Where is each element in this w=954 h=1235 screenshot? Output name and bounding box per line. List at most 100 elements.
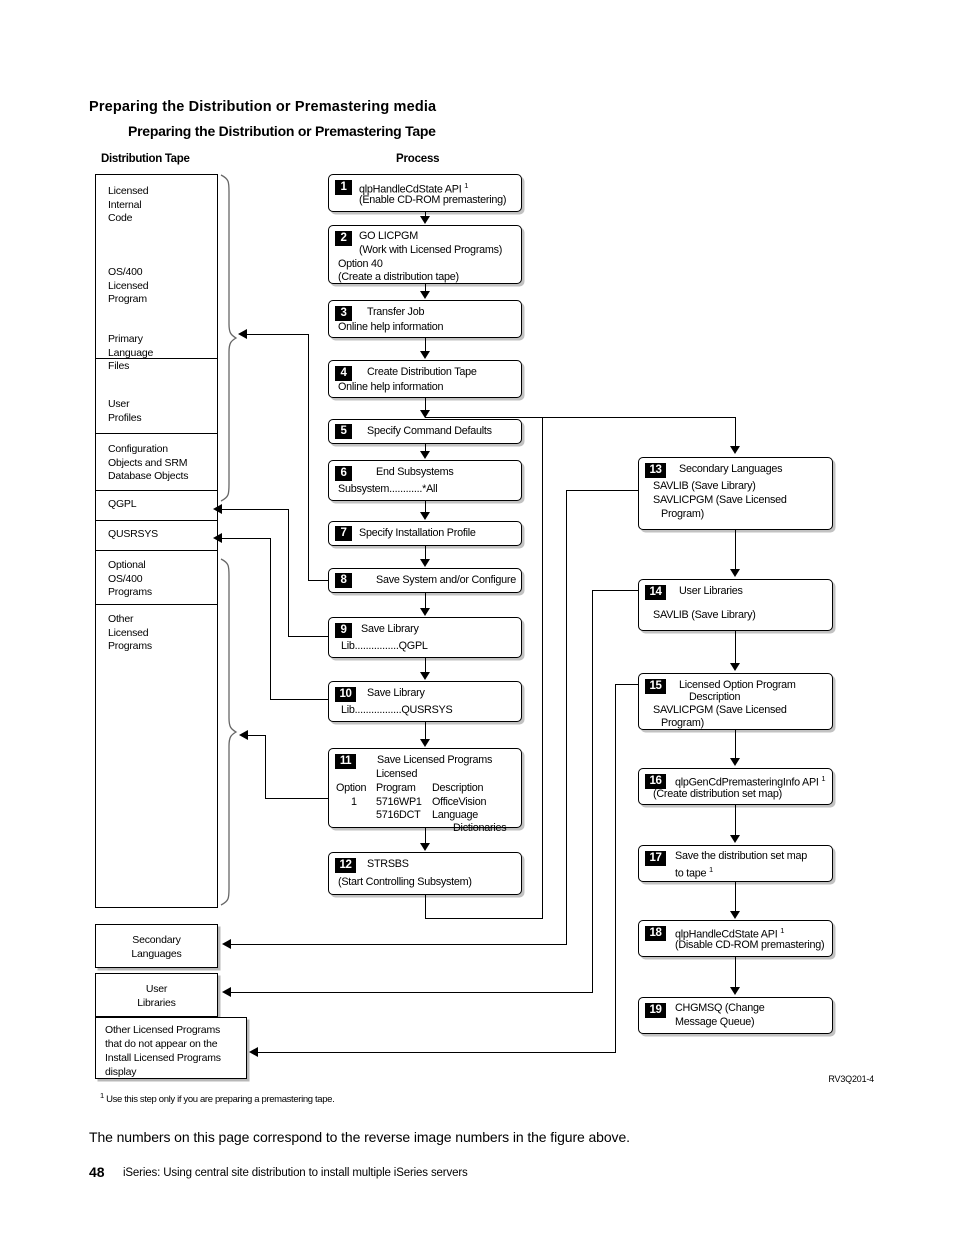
tape-line: Program bbox=[108, 293, 147, 306]
flow-connector bbox=[735, 417, 736, 447]
tape-line: Configuration bbox=[108, 443, 168, 455]
step11-header-description: Description bbox=[432, 782, 484, 794]
step11-cell-option: 1 bbox=[351, 796, 357, 808]
flow-connector bbox=[308, 580, 329, 581]
step-text: Save System and/or Configure bbox=[376, 574, 517, 586]
step-number-badge: 10 bbox=[335, 687, 356, 702]
step-text: Save Library bbox=[367, 687, 425, 699]
step-text: Program) bbox=[661, 717, 704, 729]
flow-connector bbox=[270, 699, 329, 700]
flow-connector bbox=[248, 735, 266, 736]
flow-connector bbox=[265, 798, 329, 799]
flow-connector bbox=[592, 590, 639, 591]
arrow-down-icon bbox=[730, 663, 740, 671]
step-text: Specify Installation Profile bbox=[359, 527, 476, 539]
step11-cell-description: OfficeVision bbox=[432, 796, 487, 808]
flow-connector bbox=[735, 530, 736, 570]
step-text: SAVLICPGM (Save Licensed bbox=[653, 704, 787, 716]
step-text: CHGMSQ (Change bbox=[675, 1002, 765, 1014]
tape-segment: Licensed Internal Code OS/400 Licensed P… bbox=[96, 175, 217, 372]
tape-line: Files bbox=[108, 360, 130, 373]
footnote: 1 Use this step only if you are preparin… bbox=[100, 1091, 335, 1105]
arrow-left-icon bbox=[213, 504, 222, 514]
flow-connector bbox=[735, 631, 736, 664]
step-number-badge: 14 bbox=[645, 585, 666, 600]
step-text: Lib................QGPL bbox=[341, 640, 428, 652]
arrow-down-icon bbox=[420, 559, 430, 567]
process-step-17: 17 Save the distribution set map to tape… bbox=[638, 845, 833, 882]
figure-id: RV3Q201-4 bbox=[828, 1074, 874, 1084]
tape-brace-upper bbox=[220, 174, 238, 502]
flow-connector bbox=[542, 417, 543, 919]
flow-connector bbox=[222, 538, 271, 539]
page-title: Preparing the Distribution or Premasteri… bbox=[89, 99, 437, 115]
arrow-down-icon bbox=[420, 451, 430, 459]
step-text: Option 40 bbox=[338, 258, 383, 270]
step11-header-program: Program bbox=[376, 782, 416, 794]
step-number-badge: 17 bbox=[645, 851, 666, 866]
step-text: to tape 1 bbox=[675, 865, 714, 880]
step-number-badge: 13 bbox=[645, 463, 666, 478]
flow-connector bbox=[222, 509, 289, 510]
step11-cell-program: 5716WP1 bbox=[376, 796, 422, 808]
arrow-down-icon bbox=[420, 608, 430, 616]
tape-box-line: Other Licensed Programs bbox=[105, 1024, 221, 1036]
flow-connector bbox=[425, 828, 426, 844]
step-text: (Disable CD-ROM premastering) bbox=[675, 939, 825, 951]
figure-title: Preparing the Distribution or Premasteri… bbox=[128, 123, 436, 139]
process-step-7: 7 Specify Installation Profile bbox=[328, 521, 522, 546]
arrow-down-icon bbox=[420, 672, 430, 680]
flow-connector bbox=[615, 684, 616, 1053]
step-text: (Work with Licensed Programs) bbox=[359, 244, 503, 256]
arrow-down-icon bbox=[730, 758, 740, 766]
flow-connector bbox=[425, 546, 426, 560]
tape-line: Licensed bbox=[108, 279, 149, 292]
step-text: Save Library bbox=[361, 623, 419, 635]
process-step-14: 14 User Libraries SAVLIB (Save Library) bbox=[638, 579, 833, 631]
tape-box-line: Install Licensed Programs bbox=[105, 1052, 221, 1064]
step-number-badge: 12 bbox=[335, 858, 356, 873]
flow-connector bbox=[270, 538, 271, 700]
step-text: SAVLIB (Save Library) bbox=[653, 609, 756, 621]
arrow-down-icon bbox=[420, 351, 430, 359]
arrow-down-icon bbox=[420, 512, 430, 520]
process-step-9: 9 Save Library Lib................QGPL bbox=[328, 617, 522, 658]
process-step-12: 12 STRSBS (Start Controlling Subsystem) bbox=[328, 852, 522, 895]
flow-connector bbox=[425, 593, 426, 609]
process-step-3: 3 Transfer Job Online help information bbox=[328, 300, 522, 338]
arrow-down-icon bbox=[420, 291, 430, 299]
process-step-15: 15 Licensed Option Program Description S… bbox=[638, 673, 833, 730]
process-step-13: 13 Secondary Languages SAVLIB (Save Libr… bbox=[638, 457, 833, 530]
tape-box-other-licensed-programs: Other Licensed Programs that do not appe… bbox=[95, 1017, 247, 1079]
process-step-6: 6 End Subsystems Subsystem............*A… bbox=[328, 460, 522, 501]
process-step-11: 11 Save Licensed Programs Licensed Optio… bbox=[328, 748, 522, 834]
arrow-down-icon bbox=[730, 446, 740, 454]
tape-line: User bbox=[108, 398, 130, 410]
step11-header-licensed: Licensed bbox=[376, 768, 418, 780]
arrow-down-icon bbox=[420, 739, 430, 747]
step-text: Description bbox=[689, 691, 741, 703]
step-number-badge: 3 bbox=[335, 306, 352, 321]
flow-connector bbox=[592, 590, 593, 993]
flow-connector bbox=[425, 895, 426, 919]
flow-connector bbox=[231, 944, 567, 945]
step-text: (Create a distribution tape) bbox=[338, 271, 459, 283]
tape-line: QUSRSYS bbox=[108, 528, 158, 540]
flow-connector bbox=[735, 882, 736, 912]
flow-connector bbox=[425, 658, 426, 673]
step-number-badge: 8 bbox=[335, 573, 352, 588]
step-text: Online help information bbox=[338, 381, 444, 393]
process-step-5: 5 Specify Command Defaults bbox=[328, 419, 522, 444]
step-number-badge: 7 bbox=[335, 526, 352, 541]
flow-connector bbox=[735, 957, 736, 988]
step-text: Message Queue) bbox=[675, 1016, 755, 1028]
arrow-left-icon bbox=[222, 987, 231, 997]
step-number-badge: 2 bbox=[335, 231, 352, 246]
arrow-left-icon bbox=[213, 533, 222, 543]
step-number-badge: 1 bbox=[335, 180, 352, 195]
arrow-left-icon bbox=[238, 329, 247, 339]
tape-box-line: Libraries bbox=[137, 997, 176, 1009]
tape-segment: Configuration Objects and SRM Database O… bbox=[96, 434, 217, 491]
tape-box-secondary-languages: Secondary Languages bbox=[95, 924, 218, 968]
flow-connector bbox=[247, 334, 309, 335]
